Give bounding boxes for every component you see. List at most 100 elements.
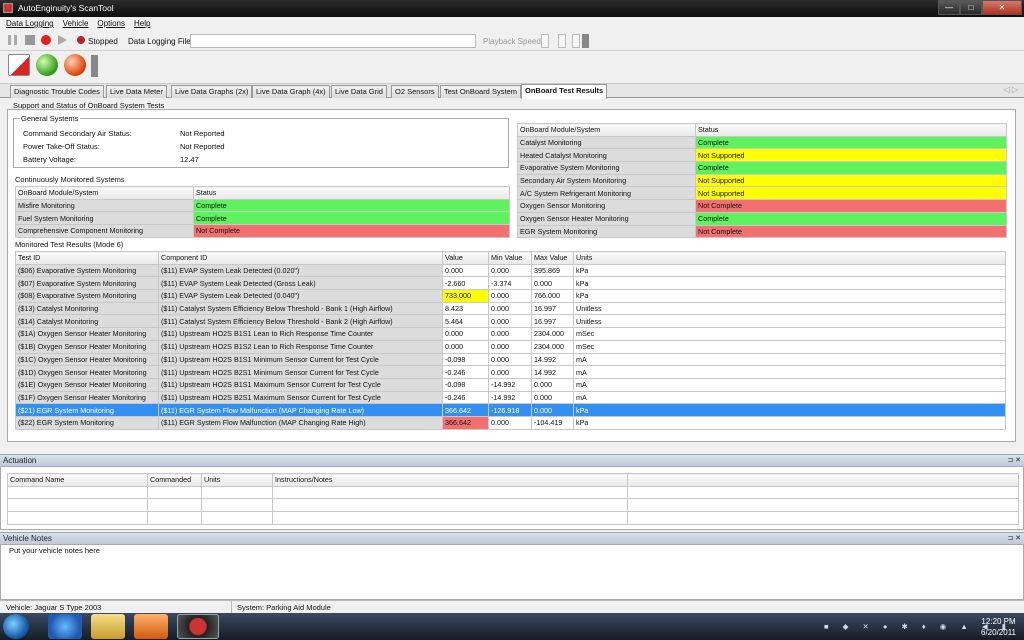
play-icon[interactable] — [58, 35, 67, 45]
system-name: Oxygen Sensor Heater Monitoring — [517, 211, 696, 226]
col-header[interactable]: Status — [193, 186, 510, 200]
vehicle-notes-text[interactable]: Put your vehicle notes here — [9, 546, 100, 555]
media-player-icon[interactable] — [134, 614, 168, 639]
action-toolbar — [0, 51, 1024, 84]
table-row[interactable]: Fuel System Monitoring Complete — [15, 211, 510, 226]
table-row[interactable]: ($1B) Oxygen Sensor Heater Monitoring ($1… — [15, 339, 1006, 354]
table-row[interactable]: A/C System Refrigerant Monitoring Not Sup… — [517, 186, 1007, 201]
tab-live-data-meter[interactable]: Live Data Meter — [106, 85, 167, 98]
col-header[interactable]: Instructions/Notes — [272, 473, 628, 487]
units-cell: kPa — [573, 289, 1006, 303]
max-cell: 766.000 — [531, 289, 574, 303]
min-cell: 0.000 — [488, 365, 532, 379]
menu-data-logging[interactable]: Data Logging — [6, 17, 54, 31]
record-icon[interactable] — [41, 35, 51, 45]
playback-slider-right[interactable] — [572, 34, 580, 48]
system-name: Misfire Monitoring — [15, 198, 194, 213]
maximize-button[interactable]: □ — [960, 0, 982, 15]
table-row[interactable]: EGR System Monitoring Not Complete — [517, 224, 1007, 239]
table-row[interactable]: ($1E) Oxygen Sensor Heater Monitoring ($1… — [15, 377, 1006, 392]
col-header[interactable]: Component ID — [158, 251, 443, 265]
col-header[interactable]: Test ID — [15, 251, 159, 265]
table-row[interactable]: Misfire Monitoring Complete — [15, 198, 510, 213]
logging-status: Stopped — [88, 37, 118, 46]
table-row[interactable]: Evaporative System Monitoring Complete — [517, 161, 1007, 175]
status-cell: Not Supported — [695, 173, 1007, 188]
max-cell: 14.992 — [531, 365, 574, 379]
stop-icon[interactable] — [25, 35, 35, 45]
results-title: Monitored Test Results (Mode 6) — [15, 240, 124, 249]
system-name: Oxygen Sensor Monitoring — [517, 199, 696, 213]
value-cell: -0.098 — [442, 377, 489, 392]
col-header[interactable]: OnBoard Module/System — [517, 123, 696, 137]
test-id: ($07) Evaporative System Monitoring — [15, 276, 159, 291]
table-row[interactable]: ($1F) Oxygen Sensor Heater Monitoring ($1… — [15, 390, 1006, 405]
table-row[interactable]: ($1A) Oxygen Sensor Heater Monitoring ($1… — [15, 327, 1006, 341]
status-bar: Vehicle: Jaguar S Type 2003 System: Park… — [0, 600, 1024, 614]
col-header[interactable]: OnBoard Module/System — [15, 186, 194, 200]
tab-live-data-grid[interactable]: Live Data Grid — [331, 85, 387, 98]
table-row[interactable]: Oxygen Sensor Heater Monitoring Complete — [517, 211, 1007, 226]
pause-icon[interactable] — [8, 35, 18, 45]
col-header[interactable]: Min Value — [488, 251, 532, 265]
table-row[interactable]: Comprehensive Component Monitoring Not Co… — [15, 224, 510, 238]
table-row[interactable]: ($06) Evaporative System Monitoring ($11)… — [15, 263, 1006, 278]
col-header[interactable]: Status — [695, 123, 1007, 137]
scantool-task-icon[interactable] — [177, 614, 219, 639]
internet-explorer-icon[interactable] — [48, 614, 82, 639]
col-header[interactable]: Command Name — [7, 473, 148, 487]
menu-help[interactable]: Help — [134, 17, 150, 31]
general-systems-group: General Systems Command Secondary Air St… — [13, 114, 509, 168]
table-row[interactable]: Secondary Air System Monitoring Not Suppo… — [517, 173, 1007, 188]
vehicle-notes-area[interactable]: Put your vehicle notes here — [0, 544, 1024, 600]
status-system: System: Parking Aid Module — [237, 603, 331, 612]
playback-slider-handle[interactable] — [558, 34, 566, 48]
vehicle-notes-title: Vehicle Notes — [3, 534, 52, 543]
table-row[interactable]: ($1D) Oxygen Sensor Heater Monitoring ($1… — [15, 365, 1006, 379]
table-row[interactable]: Oxygen Sensor Monitoring Not Complete — [517, 199, 1007, 213]
table-row[interactable]: ($08) Evaporative System Monitoring ($11)… — [15, 289, 1006, 303]
tab-o2-sensors[interactable]: O2 Sensors — [391, 85, 439, 98]
checklist-icon[interactable] — [8, 54, 30, 76]
col-header[interactable]: Commanded — [147, 473, 202, 487]
menu-options[interactable]: Options — [97, 17, 125, 31]
tab-live-data-graph-4x[interactable]: Live Data Graph (4x) — [252, 85, 330, 98]
col-header[interactable]: Max Value — [531, 251, 574, 265]
tab-onboard-test-results[interactable]: OnBoard Test Results — [521, 84, 608, 99]
tab-diagnostic-trouble-codes[interactable]: Diagnostic Trouble Codes — [10, 85, 104, 98]
playback-slider-left[interactable] — [541, 34, 549, 48]
clock[interactable]: 12:20 PM 6/20/2011 — [981, 616, 1016, 638]
min-cell: -126.918 — [488, 403, 532, 417]
table-row[interactable]: Catalyst Monitoring Complete — [517, 135, 1007, 150]
col-header[interactable]: Units — [573, 251, 1006, 265]
start-button[interactable] — [3, 614, 29, 639]
disconnect-icon[interactable] — [64, 54, 86, 76]
tab-test-onboard-system[interactable]: Test OnBoard System — [440, 85, 521, 98]
col-header[interactable]: Value — [442, 251, 489, 265]
app-icon — [3, 3, 13, 13]
system-tray: ■ ◆ ✕ ● ✱ ♦ ◉ ▲ ◀ ▮ 12:20 PM 6/20/2011 — [784, 613, 1024, 640]
table-row[interactable]: ($22) EGR System Monitoring ($11) EGR Sys… — [15, 415, 1006, 430]
status-cell: Complete — [695, 135, 1007, 150]
logging-file-input[interactable] — [190, 34, 476, 48]
table-row[interactable]: ($14) Catalyst Monitoring ($11) Catalyst … — [15, 314, 1006, 329]
window-title: AutoEnginuity's ScanTool — [18, 3, 114, 13]
max-cell: 0.000 — [531, 403, 574, 417]
table-row[interactable]: ($13) Catalyst Monitoring ($11) Catalyst … — [15, 301, 1006, 316]
table-row[interactable]: Heated Catalyst Monitoring Not Supported — [517, 148, 1007, 163]
tab-scroll-icon[interactable]: ◁ ▷ — [1003, 85, 1018, 94]
table-row[interactable]: ($1C) Oxygen Sensor Heater Monitoring ($1… — [15, 352, 1006, 367]
tab-live-data-graphs-2x[interactable]: Live Data Graphs (2x) — [171, 85, 253, 98]
minimize-button[interactable]: — — [938, 0, 960, 15]
toolbar-overflow-icon-2[interactable] — [91, 55, 98, 77]
col-header[interactable]: Units — [201, 473, 273, 487]
toolbar-overflow-icon[interactable] — [582, 34, 589, 48]
connect-icon[interactable] — [36, 54, 58, 76]
close-button[interactable]: ✕ — [982, 0, 1022, 15]
table-row-selected[interactable]: ($21) EGR System Monitoring ($11) EGR Sys… — [15, 403, 1006, 417]
menu-vehicle[interactable]: Vehicle — [63, 17, 89, 31]
value-cell: -0.098 — [442, 352, 489, 367]
file-explorer-icon[interactable] — [91, 614, 125, 639]
table-row[interactable]: ($07) Evaporative System Monitoring ($11)… — [15, 276, 1006, 291]
test-id: ($1A) Oxygen Sensor Heater Monitoring — [15, 327, 159, 341]
